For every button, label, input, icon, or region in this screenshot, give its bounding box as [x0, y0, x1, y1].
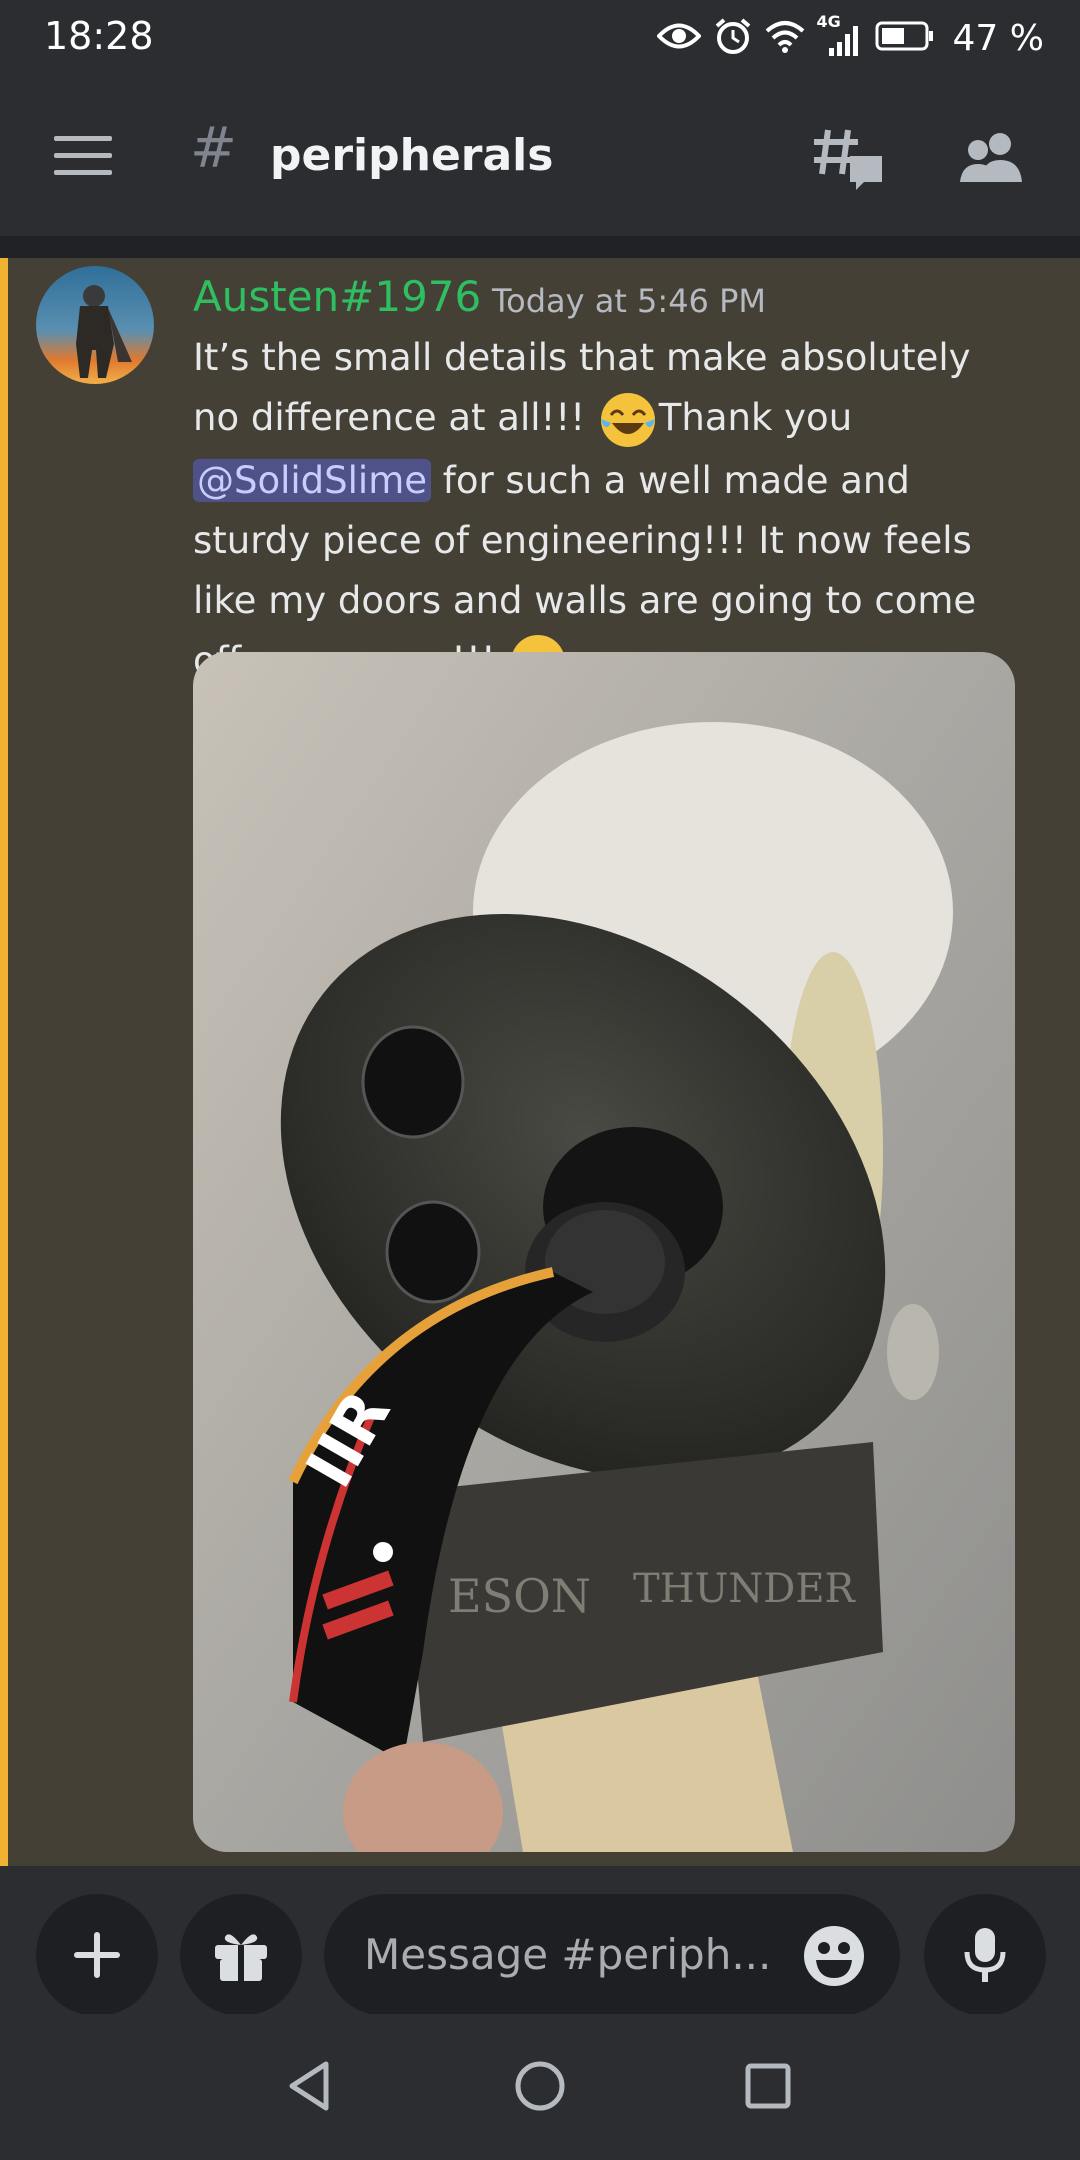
- message-author[interactable]: Austen#1976: [193, 272, 481, 321]
- joy-emoji-icon: [597, 389, 659, 451]
- status-bar: 18:28 4G 47 %: [0, 0, 1080, 76]
- highlighted-message[interactable]: Austen#1976 Today at 5:46 PM It’s the sm…: [0, 258, 1080, 1866]
- status-icons: 4G 47 %: [655, 12, 1044, 62]
- mention-highlight-bar: [0, 258, 8, 1866]
- channel-header: # peripherals: [0, 76, 1080, 236]
- recent-apps-icon[interactable]: [744, 2062, 792, 2114]
- menu-icon[interactable]: [54, 134, 112, 178]
- status-time: 18:28: [44, 14, 154, 58]
- home-icon[interactable]: [514, 2060, 566, 2116]
- photo-label-2: THUNDER: [633, 1566, 857, 1612]
- photo-label-1: ESON: [448, 1569, 591, 1623]
- message-text-part-2: Thank you: [658, 396, 853, 439]
- attached-photo[interactable]: IIR ESON THUNDER: [193, 652, 1015, 1852]
- system-navigation-bar: [0, 2014, 1080, 2160]
- message-input[interactable]: Message #periph...: [324, 1894, 900, 2016]
- plus-icon: [74, 1932, 120, 1978]
- avatar[interactable]: [36, 266, 154, 384]
- message-text: It’s the small details that make absolut…: [193, 328, 1023, 693]
- message-text-part-1: It’s the small details that make absolut…: [193, 336, 971, 439]
- voice-message-button[interactable]: [924, 1894, 1046, 2016]
- back-icon[interactable]: [286, 2060, 332, 2116]
- gift-button[interactable]: [180, 1894, 302, 2016]
- members-icon[interactable]: [958, 130, 1024, 184]
- gift-icon: [215, 1934, 267, 1981]
- emoji-picker-icon[interactable]: [802, 1924, 866, 1988]
- alarm-icon: [713, 16, 753, 60]
- message-input-placeholder: Message #periph...: [364, 1930, 772, 1979]
- threads-icon[interactable]: [812, 126, 886, 194]
- signal-icon: 4G: [817, 12, 863, 58]
- wifi-icon: [765, 19, 805, 57]
- message-timestamp: Today at 5:46 PM: [492, 282, 766, 320]
- add-attachment-button[interactable]: [36, 1894, 158, 2016]
- eye-icon: [655, 21, 702, 55]
- battery-icon: [875, 20, 935, 56]
- channel-name[interactable]: peripherals: [270, 130, 553, 181]
- channel-hash-icon: #: [190, 116, 237, 181]
- battery-percent: 47 %: [952, 17, 1044, 59]
- header-divider: [0, 236, 1080, 258]
- user-mention[interactable]: @SolidSlime: [193, 458, 432, 502]
- microphone-icon: [964, 1928, 1006, 1982]
- message-composer: Message #periph...: [0, 1866, 1080, 2016]
